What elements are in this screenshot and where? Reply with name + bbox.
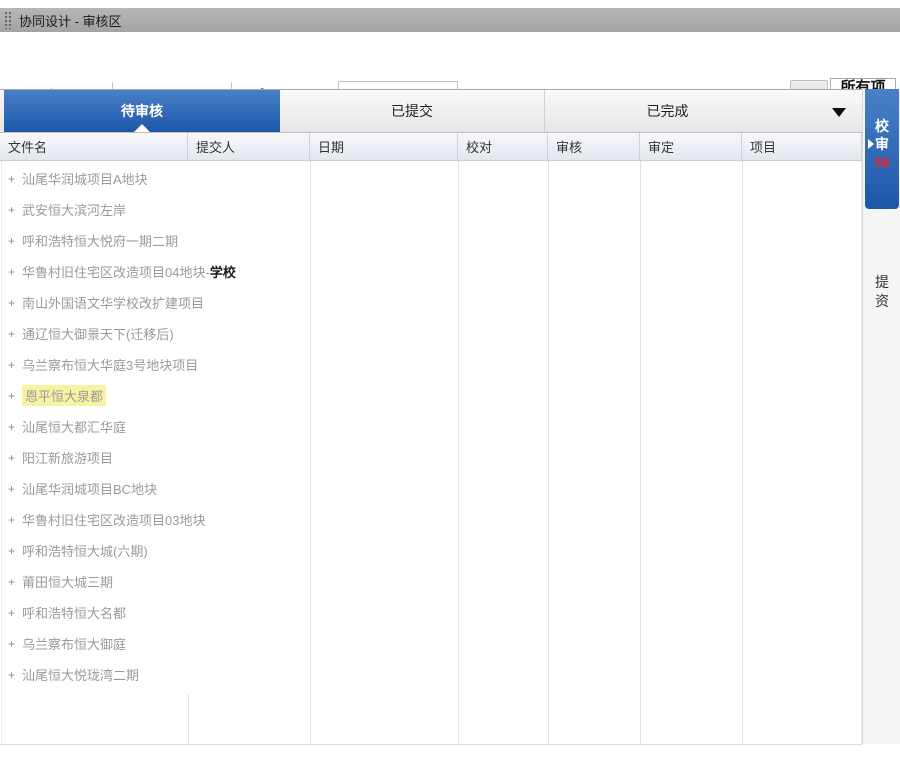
tab-bar: 待审核 已提交 已完成 — [0, 89, 862, 133]
tree-row[interactable]: + 汕尾华润城项目BC地块 — [2, 473, 858, 504]
file-name-label: 武安恒大滨河左岸 — [22, 200, 126, 219]
file-name-label: 通辽恒大御景天下(迁移后) — [22, 324, 174, 343]
column-header[interactable]: 日期 — [310, 133, 458, 160]
tab-pending-review-label: 待审核 — [121, 101, 163, 121]
expand-plus-icon[interactable]: + — [8, 358, 15, 372]
tree-row[interactable]: + 武安恒大滨河左岸 — [2, 194, 858, 225]
tree-row[interactable]: + 华鲁村旧住宅区改造项目03地块 — [2, 504, 858, 535]
table-bottom-border — [0, 744, 862, 745]
tree-row[interactable]: + 乌兰察布恒大御庭 — [2, 628, 858, 659]
tree-row[interactable]: + 呼和浩特恒大悦府一期二期 — [2, 225, 858, 256]
tree-row[interactable]: + 乌兰察布恒大华庭3号地块项目 — [2, 349, 858, 380]
expand-plus-icon[interactable]: + — [8, 513, 15, 527]
app-window: 协同设计 - 审核区 — [0, 0, 900, 757]
file-name-label: 南山外国语文华学校改扩建项目 — [22, 293, 204, 312]
tree-row[interactable]: + 莆田恒大城三期 — [2, 566, 858, 597]
side-tab-submit[interactable]: 提 资 — [865, 257, 899, 327]
file-name-label: 呼和浩特恒大城(六期) — [22, 541, 148, 560]
column-header[interactable]: 审定 — [640, 133, 742, 160]
file-name-label: 恩平恒大泉都 — [22, 385, 106, 406]
file-name-bold-suffix: 学校 — [210, 262, 236, 281]
tree-row[interactable]: + 汕尾华润城项目A地块 — [2, 163, 858, 194]
file-name-label: 汕尾恒大悦珑湾二期 — [22, 665, 139, 684]
expand-plus-icon[interactable]: + — [8, 575, 15, 589]
expand-plus-icon[interactable]: + — [8, 451, 15, 465]
expand-plus-icon[interactable]: + — [8, 544, 15, 558]
expand-plus-icon[interactable]: + — [8, 203, 15, 217]
column-divider — [188, 694, 189, 744]
tree-row[interactable]: + 呼和浩特恒大城(六期) — [2, 535, 858, 566]
toolbar: 所有项目 — [0, 32, 900, 89]
expand-plus-icon[interactable]: + — [8, 637, 15, 651]
tree-row[interactable]: + 华鲁村旧住宅区改造项目04地块-学校 — [2, 256, 858, 287]
expand-plus-icon[interactable]: + — [8, 265, 15, 279]
tab-completed-label: 已完成 — [647, 101, 689, 121]
tree-row[interactable]: + 汕尾恒大悦珑湾二期 — [2, 659, 858, 690]
side-tab-review-char-bottom: 审 — [875, 135, 889, 153]
column-header[interactable]: 提交人 — [188, 133, 310, 160]
tab-completed[interactable]: 已完成 — [545, 90, 790, 132]
drag-handle-icon[interactable] — [4, 11, 11, 29]
table-header: 文件名提交人日期校对审核审定项目 — [0, 133, 862, 161]
triangle-right-icon — [868, 139, 874, 149]
tree-row[interactable]: + 恩平恒大泉都 — [2, 380, 858, 411]
file-name-label: 乌兰察布恒大华庭3号地块项目 — [22, 355, 198, 374]
side-tab-submit-char-top: 提 — [875, 273, 889, 292]
tree-row[interactable]: + 阳江新旅游项目 — [2, 442, 858, 473]
expand-plus-icon[interactable]: + — [8, 327, 15, 341]
file-name-label: 呼和浩特恒大悦府一期二期 — [22, 231, 178, 250]
tree-row[interactable]: + 通辽恒大御景天下(迁移后) — [2, 318, 858, 349]
title-bar: 协同设计 - 审核区 — [0, 8, 900, 32]
expand-plus-icon[interactable]: + — [8, 234, 15, 248]
expand-plus-icon[interactable]: + — [8, 296, 15, 310]
column-header[interactable]: 项目 — [742, 133, 862, 160]
tree-row[interactable]: + 汕尾恒大都汇华庭 — [2, 411, 858, 442]
expand-plus-icon[interactable]: + — [8, 389, 15, 403]
expand-plus-icon[interactable]: + — [8, 606, 15, 620]
expand-plus-icon[interactable]: + — [8, 668, 15, 682]
tab-overflow-dropdown-icon[interactable] — [832, 108, 846, 117]
file-tree-list: + 汕尾华润城项目A地块 + 武安恒大滨河左岸 + 呼和浩特恒大悦府一期二期 + 华鲁村旧住宅… — [2, 163, 858, 690]
expand-plus-icon[interactable]: + — [8, 172, 15, 186]
file-name-label: 汕尾华润城项目A地块 — [22, 169, 148, 188]
file-name-label: 汕尾恒大都汇华庭 — [22, 417, 126, 436]
tab-pending-review[interactable]: 待审核 — [4, 90, 280, 132]
side-tab-review-char-top: 校 — [875, 117, 889, 135]
column-header[interactable]: 校对 — [458, 133, 548, 160]
tab-submitted-label: 已提交 — [391, 101, 433, 121]
column-header[interactable]: 审核 — [548, 133, 640, 160]
active-tab-notch-icon — [134, 124, 150, 132]
file-name-label: 华鲁村旧住宅区改造项目04地块- — [22, 262, 210, 281]
file-name-label: 汕尾华润城项目BC地块 — [22, 479, 157, 498]
file-name-label: 莆田恒大城三期 — [22, 572, 113, 591]
tree-row[interactable]: + 呼和浩特恒大名都 — [2, 597, 858, 628]
tab-submitted[interactable]: 已提交 — [280, 90, 545, 132]
side-tab-submit-char-bottom: 资 — [875, 292, 889, 311]
window-title: 协同设计 - 审核区 — [19, 11, 122, 30]
file-name-label: 呼和浩特恒大名都 — [22, 603, 126, 622]
expand-plus-icon[interactable]: + — [8, 482, 15, 496]
expand-plus-icon[interactable]: + — [8, 420, 15, 434]
file-name-label: 华鲁村旧住宅区改造项目03地块 — [22, 510, 205, 529]
review-count-badge: 59 — [875, 154, 889, 172]
side-tab-strip: 校 审 59 提 资 — [862, 89, 900, 744]
side-tab-review[interactable]: 校 审 59 — [865, 89, 899, 209]
column-header[interactable]: 文件名 — [0, 133, 188, 160]
tree-row[interactable]: + 南山外国语文华学校改扩建项目 — [2, 287, 858, 318]
file-name-label: 乌兰察布恒大御庭 — [22, 634, 126, 653]
file-name-label: 阳江新旅游项目 — [22, 448, 113, 467]
